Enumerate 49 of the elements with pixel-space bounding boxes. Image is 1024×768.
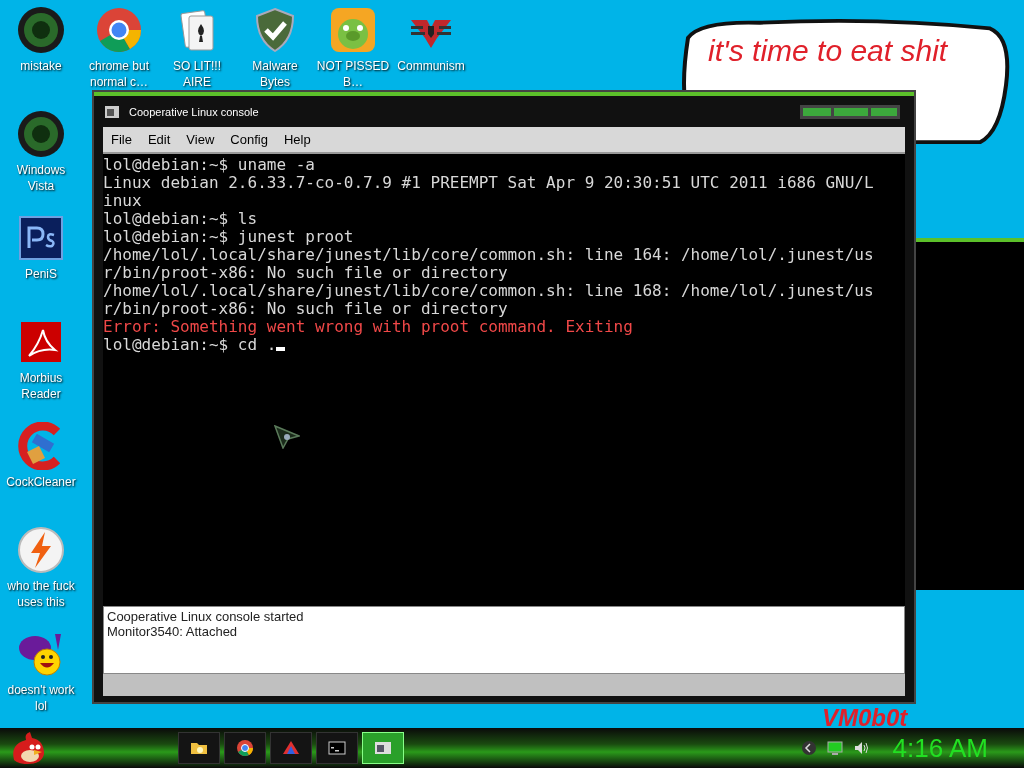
terminal-line: /home/lol/.local/share/junest/lib/core/common.sh: line 164: /home/lol/.junest/us <box>103 246 875 264</box>
terminal-line: r/bin/proot-x86: No such file or directory <box>103 300 509 318</box>
orb-icon[interactable] <box>17 6 65 54</box>
log-line: Cooperative Linux console started <box>107 609 305 624</box>
icon-label[interactable]: Communism <box>397 58 465 74</box>
terminal-line: Linux debian 2.6.33.7-co-0.7.9 #1 PREEMPT Sat Apr 9 20:30:51 UTC 2011 i686 GNU/L <box>103 174 875 192</box>
chevron-icon[interactable] <box>800 740 817 756</box>
terminal-line: lol@debian:~$ uname -a <box>103 156 316 174</box>
clock[interactable]: 4:16 AM <box>892 732 988 764</box>
menu-item[interactable]: Edit <box>147 132 171 147</box>
orb-icon[interactable] <box>17 110 65 158</box>
icon-label[interactable]: chrome but normal c… <box>82 58 156 90</box>
icon-label[interactable]: SO LIT!!! AIRE <box>160 58 234 90</box>
speaker-icon[interactable] <box>852 740 869 756</box>
icon-label[interactable]: who the fuck uses this <box>4 578 78 610</box>
monitor-icon[interactable] <box>826 740 843 756</box>
chrome-icon[interactable] <box>95 6 143 54</box>
terminal-line: /home/lol/.local/share/junest/lib/core/common.sh: line 168: /home/lol/.junest/us <box>103 282 875 300</box>
taskbar-button[interactable] <box>178 732 220 764</box>
icon-label[interactable]: doesn't work lol <box>4 682 78 714</box>
icon-label[interactable]: CockCleaner <box>6 474 76 490</box>
terminal-line: lol@debian:~$ junest proot <box>103 228 355 246</box>
icon-label[interactable]: Morbius Reader <box>4 370 78 402</box>
window-title: Cooperative Linux console <box>129 105 260 118</box>
console-icon <box>105 105 119 118</box>
icon-label[interactable]: Windows Vista <box>4 162 78 194</box>
window-controls-icon[interactable] <box>799 104 901 119</box>
lightning-icon[interactable] <box>17 526 65 574</box>
terminal-line: lol@debian:~$ cd . <box>103 336 277 354</box>
icon-label[interactable]: Malware Bytes <box>238 58 312 90</box>
menu-item[interactable]: File <box>111 132 132 147</box>
taskbar-button[interactable] <box>224 732 266 764</box>
terminal-line: r/bin/proot-x86: No such file or directory <box>103 264 509 282</box>
menu-item[interactable]: View <box>186 132 215 147</box>
mouse-pointer-icon <box>274 425 300 449</box>
icon-label[interactable]: PeniS <box>25 266 57 282</box>
photoshop-icon[interactable] <box>17 214 65 262</box>
menu-item[interactable]: Help <box>283 132 311 147</box>
terminal-line: inux <box>103 192 143 210</box>
menu-item[interactable]: Config <box>230 132 268 147</box>
icon-label[interactable]: NOT PISSED B… <box>316 58 390 90</box>
chrome-icon <box>234 737 256 759</box>
error-line: Error: Something went wrong with proot command. Exiting <box>103 318 634 336</box>
log-line: Monitor3540: Attached <box>107 624 239 639</box>
terminal-line: lol@debian:~$ ls <box>103 210 259 228</box>
wallpaper-text: VM0b0t <box>822 704 908 728</box>
icon-label[interactable]: mistake <box>20 58 62 74</box>
pig-icon[interactable] <box>329 6 377 54</box>
speech-bubble-text: it's time to eat shit <box>708 34 948 68</box>
